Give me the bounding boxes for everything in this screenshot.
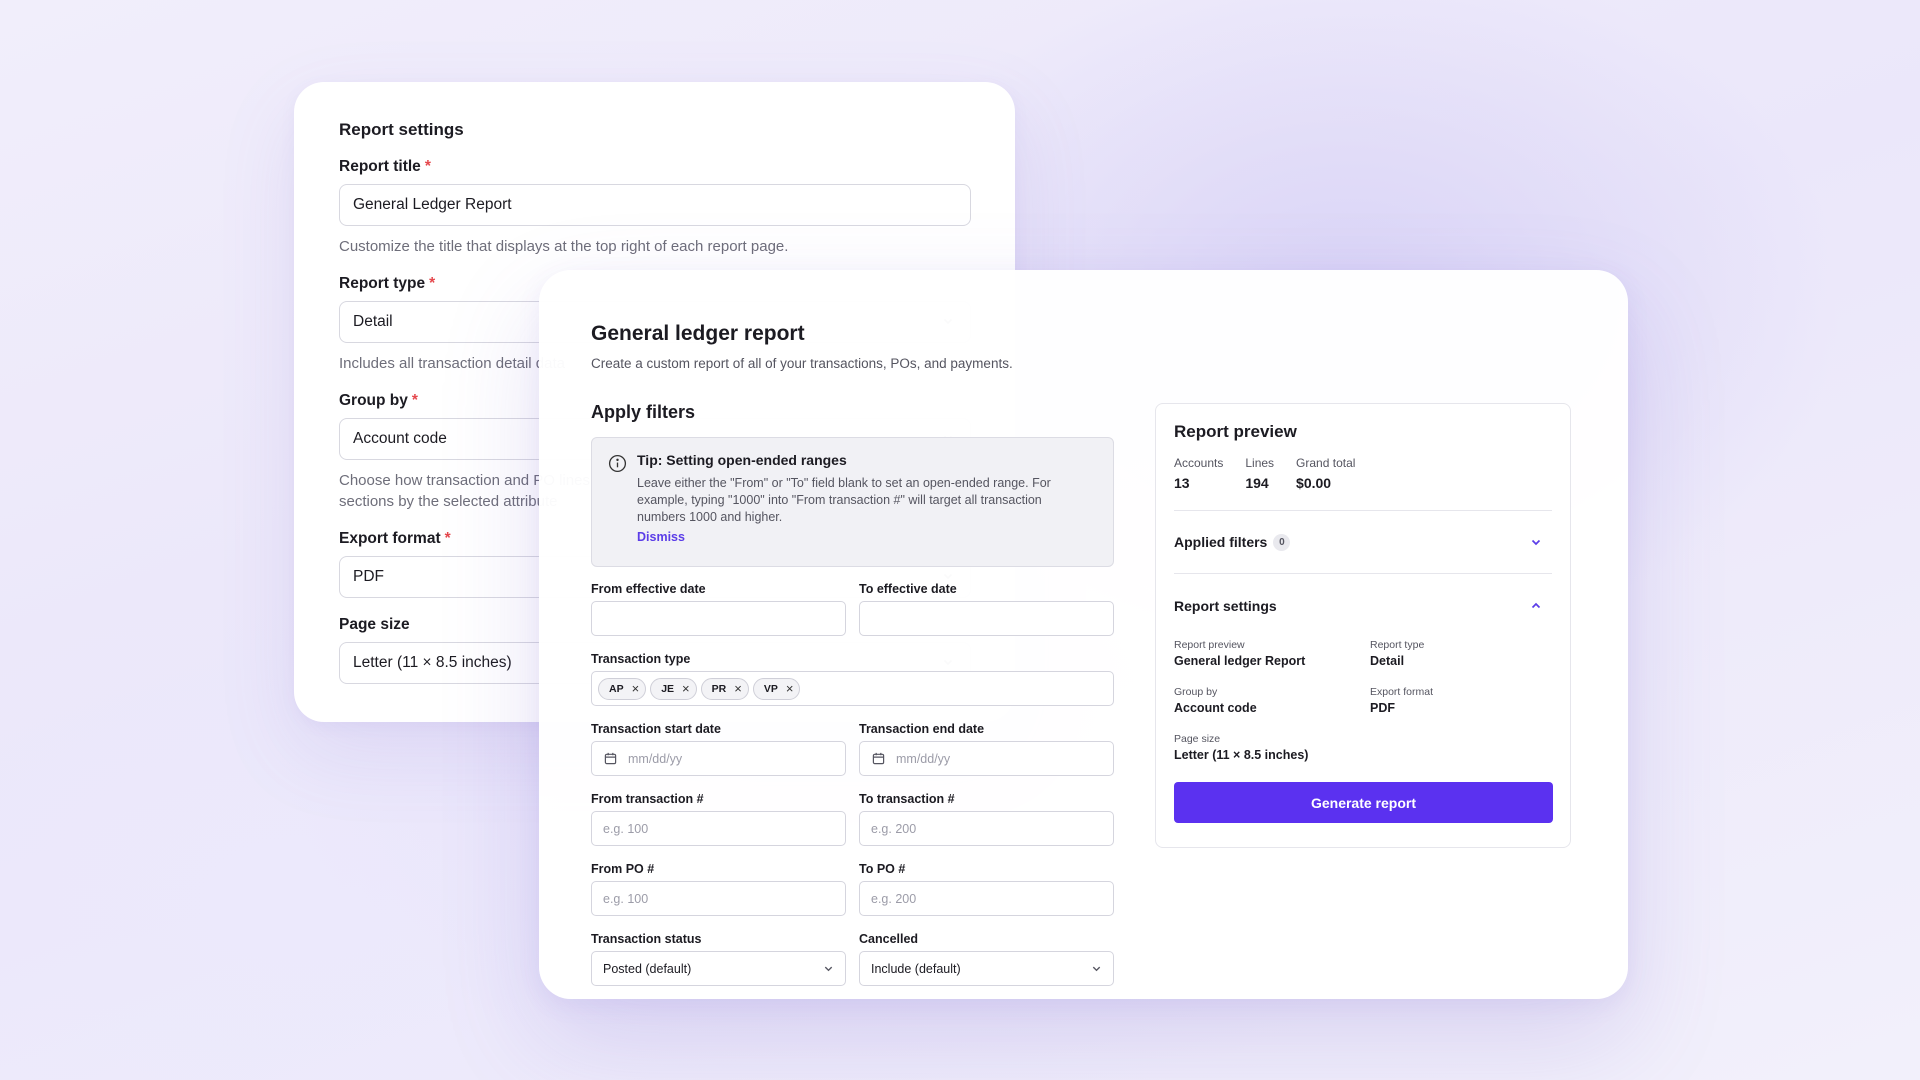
report-title-value: General Ledger Report: [353, 196, 512, 213]
transaction-end-date-input[interactable]: mm/dd/yy: [859, 741, 1114, 776]
summary-report-type: Report type Detail: [1370, 639, 1425, 668]
stat-lines: Lines 194: [1245, 456, 1275, 491]
to-effective-date-input[interactable]: [859, 601, 1114, 636]
close-icon[interactable]: ×: [734, 682, 742, 695]
chip-pr: PR ×: [700, 677, 749, 700]
to-effective-date-label: To effective date: [859, 582, 957, 596]
preview-stats: Accounts 13 Lines 194 Grand total $0.00: [1174, 456, 1552, 511]
applied-filters-count-badge: 0: [1273, 533, 1291, 551]
transaction-start-date-label: Transaction start date: [591, 722, 721, 736]
stat-grand-total: Grand total $0.00: [1296, 456, 1356, 491]
chevron-down-icon: [1531, 539, 1541, 546]
apply-filters-title: Apply filters: [591, 402, 696, 422]
report-settings-accordion[interactable]: Report settings: [1174, 574, 1552, 637]
from-po-input[interactable]: e.g. 100: [591, 881, 846, 916]
from-effective-date-input[interactable]: [591, 601, 846, 636]
chevron-down-icon: [824, 966, 833, 972]
report-title-input[interactable]: General Ledger Report: [339, 184, 971, 226]
page-size-value: Letter (11 × 8.5 inches): [353, 654, 512, 671]
report-settings-accordion-label: Report settings: [1174, 597, 1277, 614]
summary-report-preview: Report preview General ledger Report: [1174, 639, 1306, 668]
general-ledger-card: General ledger report Create a custom re…: [539, 270, 1628, 999]
transaction-status-select[interactable]: Posted (default): [591, 951, 846, 986]
date-placeholder: mm/dd/yy: [628, 751, 683, 766]
info-icon: [608, 454, 627, 473]
tip-title: Tip: Setting open-ended ranges: [637, 452, 847, 468]
required-mark: *: [429, 275, 436, 292]
export-format-value: PDF: [353, 568, 384, 585]
cancelled-select[interactable]: Include (default): [859, 951, 1114, 986]
page-subtitle: Create a custom report of all of your tr…: [591, 356, 1013, 371]
required-mark: *: [411, 392, 418, 409]
chip-vp: VP ×: [752, 677, 801, 700]
chevron-down-icon: [1092, 966, 1101, 972]
close-icon[interactable]: ×: [682, 682, 690, 695]
report-settings-title: Report settings: [339, 120, 464, 139]
group-by-value: Account code: [353, 430, 447, 447]
report-preview-panel: Report preview Accounts 13 Lines 194 Gra…: [1155, 403, 1571, 848]
transaction-type-multiselect[interactable]: AP × JE × PR × VP ×: [591, 671, 1114, 706]
summary-export-format: Export format PDF: [1370, 686, 1434, 715]
report-title-help: Customize the title that displays at the…: [339, 238, 789, 255]
applied-filters-label: Applied filters: [1174, 534, 1268, 550]
transaction-start-date-input[interactable]: mm/dd/yy: [591, 741, 846, 776]
transaction-status-value: Posted (default): [603, 961, 692, 976]
chevron-up-icon: [1531, 602, 1541, 608]
report-type-value: Detail: [353, 313, 393, 330]
chip-ap: AP ×: [598, 677, 647, 700]
applied-filters-accordion[interactable]: Applied filters 0: [1174, 511, 1552, 574]
tip-body: Leave either the "From" or "To" field bl…: [637, 476, 1051, 524]
calendar-icon: [872, 752, 885, 765]
page-title: General ledger report: [591, 322, 805, 345]
report-preview-title: Report preview: [1174, 422, 1297, 441]
calendar-icon: [604, 752, 617, 765]
required-mark: *: [444, 530, 451, 547]
close-icon[interactable]: ×: [632, 682, 640, 695]
tip-banner: Tip: Setting open-ended ranges Leave eit…: [591, 437, 1114, 567]
summary-group-by: Group by Account code: [1174, 686, 1257, 715]
report-title-field: Report title * General Ledger Report Cust…: [339, 158, 971, 257]
stat-accounts: Accounts 13: [1174, 456, 1224, 491]
required-mark: *: [424, 158, 431, 175]
to-po-input[interactable]: e.g. 200: [859, 881, 1114, 916]
from-transaction-input[interactable]: e.g. 100: [591, 811, 846, 846]
transaction-type-label: Transaction type: [591, 652, 691, 666]
generate-report-button[interactable]: Generate report: [1174, 782, 1553, 823]
summary-page-size: Page size Letter (11 × 8.5 inches): [1174, 733, 1309, 762]
transaction-end-date-label: Transaction end date: [859, 722, 985, 736]
from-effective-date-label: From effective date: [591, 582, 706, 596]
report-settings-summary: Report preview General ledger Report Rep…: [1174, 637, 1552, 762]
report-title-label: Report title *: [339, 158, 431, 175]
transaction-status-label: Transaction status: [591, 932, 702, 946]
dismiss-link[interactable]: Dismiss: [637, 530, 685, 544]
to-po-label: To PO #: [859, 862, 906, 876]
close-icon[interactable]: ×: [786, 682, 794, 695]
from-transaction-label: From transaction #: [591, 792, 704, 806]
cancelled-value: Include (default): [871, 961, 961, 976]
to-transaction-label: To transaction #: [859, 792, 955, 806]
chip-je: JE ×: [650, 677, 697, 700]
cancelled-label: Cancelled: [859, 932, 919, 946]
from-po-label: From PO #: [591, 862, 655, 876]
date-placeholder: mm/dd/yy: [896, 751, 951, 766]
to-transaction-input[interactable]: e.g. 200: [859, 811, 1114, 846]
